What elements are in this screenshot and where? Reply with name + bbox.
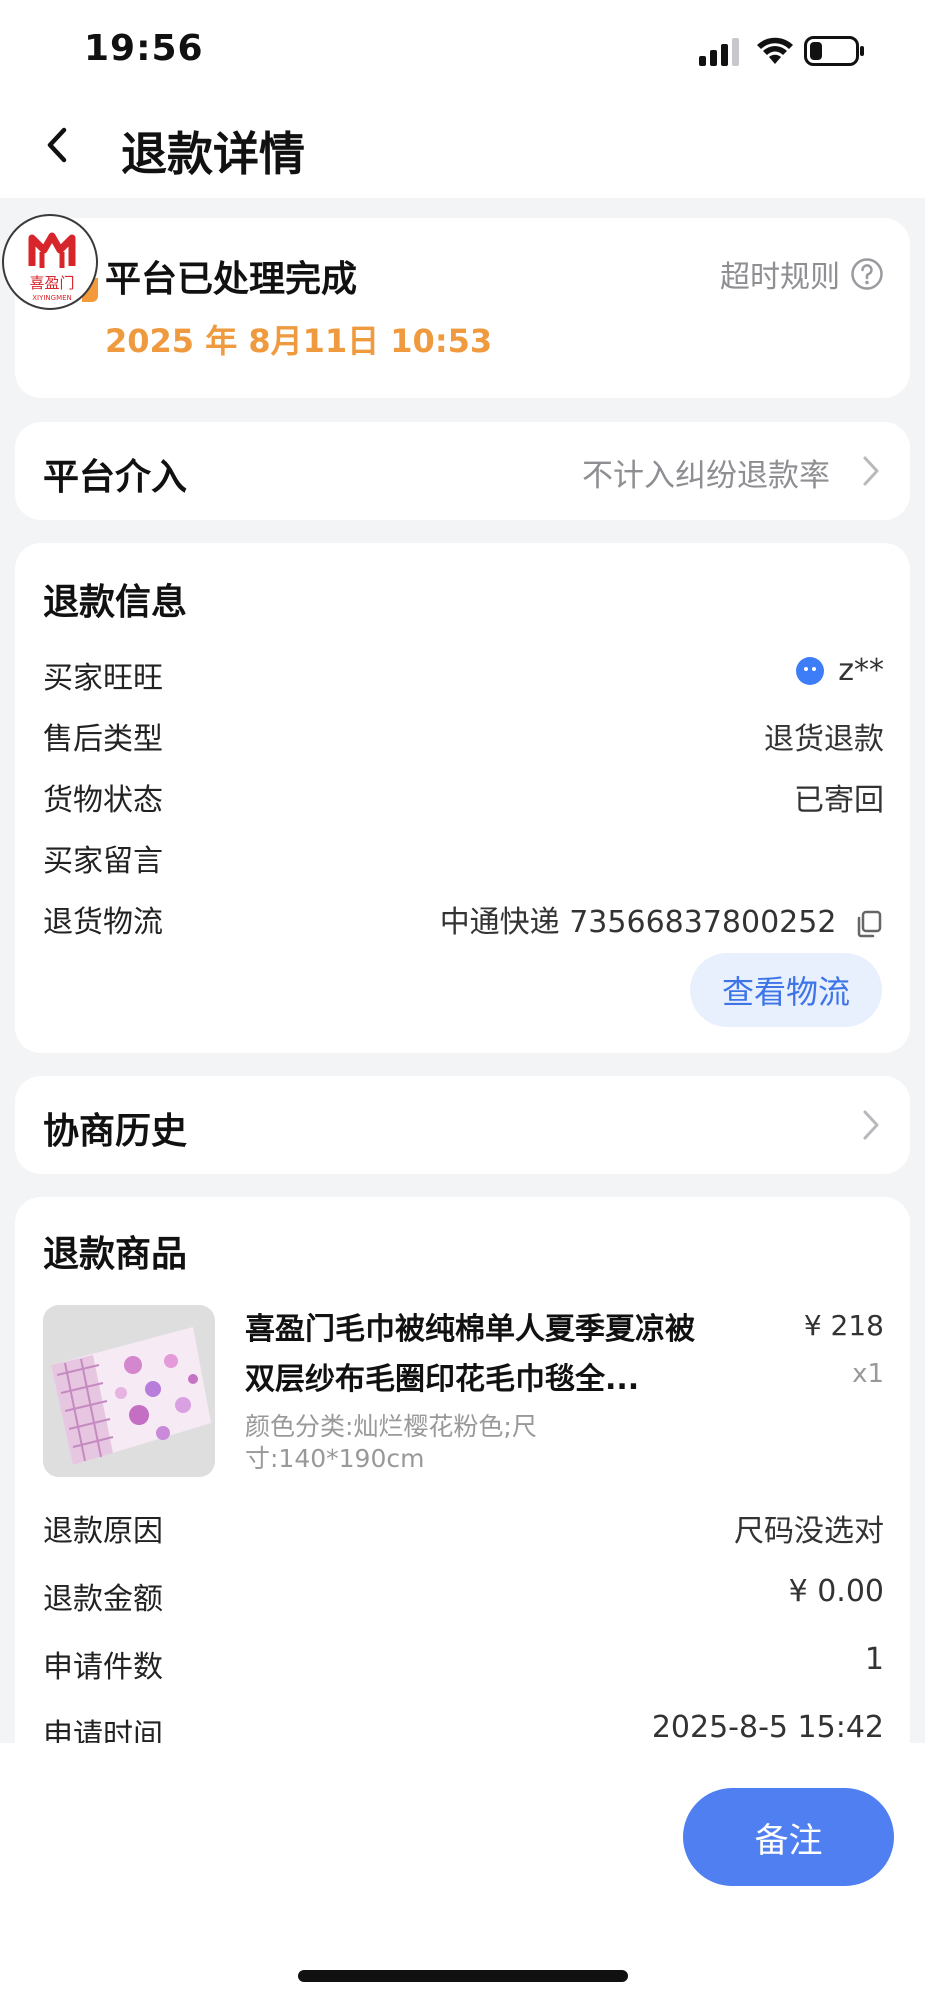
refund-amount-value: ¥ 0.00	[788, 1574, 884, 1609]
refund-status-title: 平台已处理完成	[105, 259, 358, 300]
return-logistics-label: 退货物流	[43, 905, 163, 940]
refund-status-card: 喜盈门 XIYINGMEN 平台已处理完成 2025 年 8月11日 10:53…	[2, 214, 910, 398]
apply-time-value: 2025-8-5 15:42	[651, 1710, 884, 1745]
refund-detail-page: 19:56 退款详情 喜盈门 XIYINGMEN 平台已处理完成 2025 年 …	[0, 0, 925, 2000]
shop-logo: 喜盈门 XIYINGMEN	[2, 214, 98, 310]
chevron-right-icon	[863, 1110, 879, 1140]
aftersale-type-value: 退货退款	[764, 722, 884, 757]
product-title[interactable]: 喜盈门毛巾被纯棉单人夏季夏凉被双层纱布毛圈印花毛巾毯全...	[245, 1305, 715, 1405]
negotiation-history-row[interactable]: 协商历史	[15, 1076, 910, 1174]
goods-status-value: 已寄回	[794, 783, 884, 818]
logo-subtext: XIYINGMEN	[32, 294, 72, 302]
logo-text: 喜盈门	[29, 274, 74, 292]
product-photo	[43, 1305, 215, 1477]
apply-count-label: 申请件数	[43, 1650, 163, 1685]
header: 19:56 退款详情	[0, 0, 925, 198]
home-indicator	[298, 1970, 628, 1982]
platform-intervene-row[interactable]: 平台介入 不计入纠纷退款率	[15, 422, 910, 520]
back-arrow-icon[interactable]	[40, 122, 74, 168]
page-title: 退款详情	[121, 127, 305, 181]
refund-info-title: 退款信息	[43, 582, 188, 623]
apply-count-value: 1	[864, 1642, 884, 1677]
buyer-wangwang-value: z**	[838, 653, 884, 688]
return-logistics: 中通快递 73566837800252	[440, 897, 884, 941]
timeout-rule-link[interactable]: 超时规则	[720, 252, 884, 296]
shop-logo-mark: 喜盈门 XIYINGMEN	[28, 232, 76, 302]
negotiation-history-label: 协商历史	[43, 1111, 188, 1152]
refund-reason-label: 退款原因	[43, 1514, 163, 1549]
product-quantity: x1	[852, 1359, 884, 1389]
remark-button[interactable]: 备注	[683, 1788, 894, 1886]
buyer-message-label: 买家留言	[43, 844, 163, 879]
view-logistics-button[interactable]: 查看物流	[690, 953, 882, 1027]
aftersale-type-label: 售后类型	[43, 722, 163, 757]
help-icon	[851, 258, 883, 290]
refund-info-card: 退款信息 买家旺旺 z** 售后类型 退货退款 货物状态 已寄回 买家留言 退货…	[15, 543, 910, 1053]
buyer-wangwang-label: 买家旺旺	[43, 661, 163, 696]
refund-status-date: 2025 年 8月11日 10:53	[105, 322, 493, 360]
refund-reason-value: 尺码没选对	[734, 1514, 884, 1549]
timeout-rule-label: 超时规则	[720, 260, 840, 295]
product-image[interactable]	[43, 1305, 215, 1477]
goods-status-label: 货物状态	[43, 783, 163, 818]
chevron-right-icon	[863, 456, 879, 486]
buyer-wangwang[interactable]: z**	[796, 653, 884, 688]
wangwang-icon	[796, 656, 825, 685]
product-price: ¥ 218	[803, 1309, 884, 1342]
battery-icon	[804, 36, 864, 66]
platform-intervene-label: 平台介入	[43, 457, 188, 498]
platform-intervene-value: 不计入纠纷退款率	[582, 458, 830, 494]
return-logistics-value: 中通快递 73566837800252	[439, 905, 837, 940]
copy-icon[interactable]	[854, 909, 884, 939]
refund-goods-title: 退款商品	[43, 1234, 188, 1275]
refund-goods-card: 退款商品 喜盈门毛巾被纯棉单人夏季夏凉被双层纱布毛圈印花毛巾毯全... 颜色分类…	[15, 1197, 910, 1757]
product-sku: 颜色分类:灿烂樱花粉色;尺寸:140*190cm	[245, 1412, 537, 1473]
status-time: 19:56	[84, 28, 204, 69]
wifi-icon	[757, 37, 793, 64]
refund-amount-label: 退款金额	[43, 1582, 163, 1617]
signal-icon	[699, 38, 739, 66]
